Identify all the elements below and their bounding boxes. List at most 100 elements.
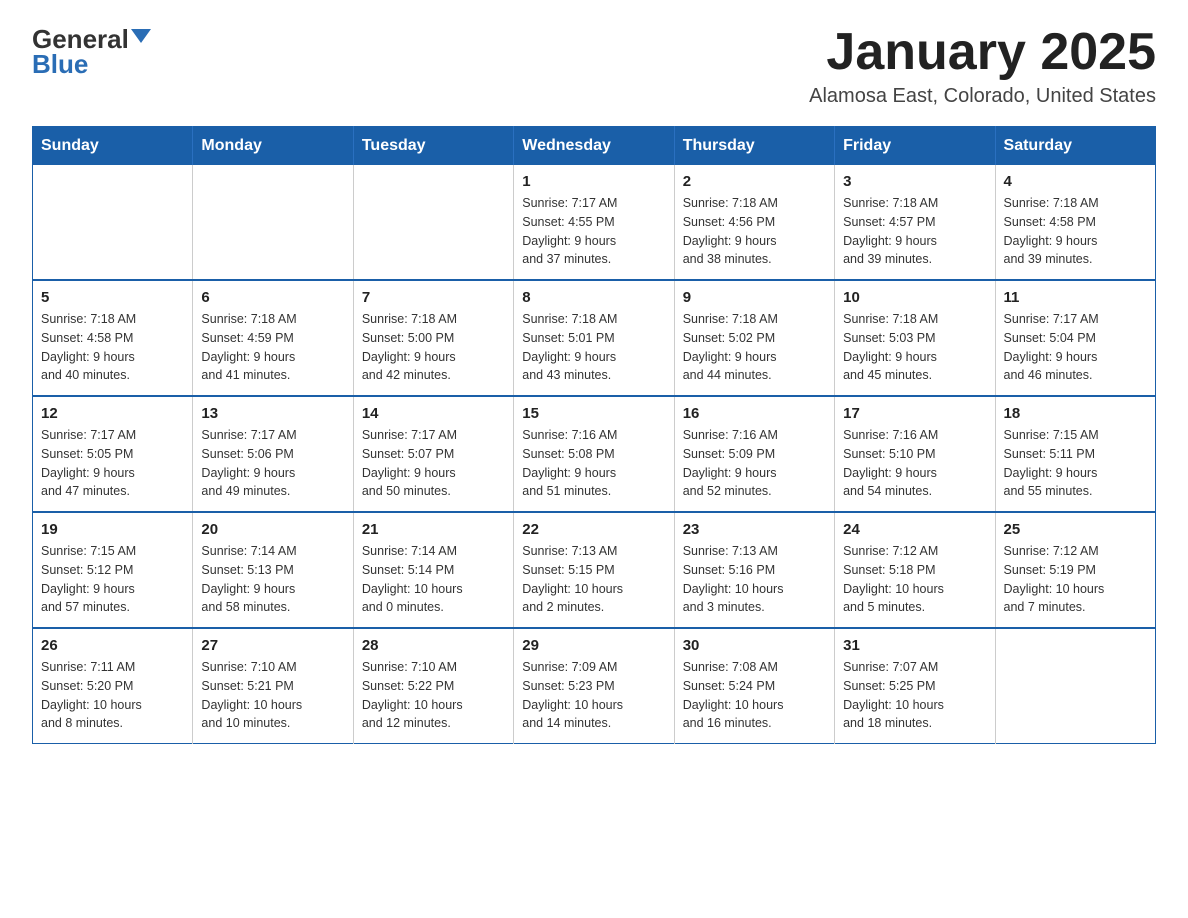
day-number: 29 [522,637,665,654]
calendar-cell: 8 Sunrise: 7:18 AMSunset: 5:01 PMDaylight… [514,280,674,396]
calendar-cell: 15Sunrise: 7:16 AMSunset: 5:08 PMDayligh… [514,396,674,512]
calendar-day-header: Thursday [674,127,834,166]
calendar-cell: 2Sunrise: 7:18 AMSunset: 4:56 PMDaylight… [674,165,834,280]
day-info: Sunrise: 7:16 AMSunset: 5:09 PMDaylight:… [683,426,826,501]
calendar-week-row: 5 Sunrise: 7:18 AMSunset: 4:58 PMDaylight… [33,280,1156,396]
day-number: 8 [522,289,665,306]
calendar-table: SundayMondayTuesdayWednesdayThursdayFrid… [32,126,1156,744]
day-info: Sunrise: 7:14 AMSunset: 5:14 PMDaylight:… [362,542,505,617]
calendar-cell: 18 Sunrise: 7:15 AMSunset: 5:11 PMDayligh… [995,396,1155,512]
calendar-cell: 16 Sunrise: 7:16 AMSunset: 5:09 PMDayligh… [674,396,834,512]
day-info: Sunrise: 7:07 AMSunset: 5:25 PMDaylight:… [843,658,986,733]
calendar-cell: 4 Sunrise: 7:18 AMSunset: 4:58 PMDaylight… [995,165,1155,280]
calendar-week-row: 12 Sunrise: 7:17 AMSunset: 5:05 PMDayligh… [33,396,1156,512]
calendar-cell: 7 Sunrise: 7:18 AMSunset: 5:00 PMDaylight… [353,280,513,396]
day-number: 24 [843,521,986,538]
day-info: Sunrise: 7:08 AMSunset: 5:24 PMDaylight:… [683,658,826,733]
calendar-cell: 27 Sunrise: 7:10 AMSunset: 5:21 PMDayligh… [193,628,353,744]
calendar-week-row: 26Sunrise: 7:11 AMSunset: 5:20 PMDayligh… [33,628,1156,744]
calendar-cell: 29 Sunrise: 7:09 AMSunset: 5:23 PMDayligh… [514,628,674,744]
day-info: Sunrise: 7:18 AMSunset: 4:58 PMDaylight:… [41,310,184,385]
day-number: 10 [843,289,986,306]
calendar-cell [995,628,1155,744]
calendar-cell [193,165,353,280]
day-info: Sunrise: 7:18 AMSunset: 4:58 PMDaylight:… [1004,194,1147,269]
day-number: 28 [362,637,505,654]
day-info: Sunrise: 7:17 AMSunset: 4:55 PMDaylight:… [522,194,665,269]
calendar-cell: 12 Sunrise: 7:17 AMSunset: 5:05 PMDayligh… [33,396,193,512]
calendar-cell: 17Sunrise: 7:16 AMSunset: 5:10 PMDayligh… [835,396,995,512]
logo-blue-text: Blue [32,49,151,80]
calendar-cell: 24 Sunrise: 7:12 AMSunset: 5:18 PMDayligh… [835,512,995,628]
day-info: Sunrise: 7:18 AMSunset: 5:01 PMDaylight:… [522,310,665,385]
day-info: Sunrise: 7:10 AMSunset: 5:21 PMDaylight:… [201,658,344,733]
calendar-day-header: Tuesday [353,127,513,166]
calendar-cell: 26Sunrise: 7:11 AMSunset: 5:20 PMDayligh… [33,628,193,744]
day-number: 4 [1004,173,1147,190]
calendar-cell: 20Sunrise: 7:14 AMSunset: 5:13 PMDayligh… [193,512,353,628]
calendar-cell: 19Sunrise: 7:15 AMSunset: 5:12 PMDayligh… [33,512,193,628]
calendar-day-header: Sunday [33,127,193,166]
title-section: January 2025 Alamosa East, Colorado, Uni… [809,24,1156,108]
day-number: 3 [843,173,986,190]
day-info: Sunrise: 7:12 AMSunset: 5:19 PMDaylight:… [1004,542,1147,617]
month-title: January 2025 [809,24,1156,81]
day-number: 14 [362,405,505,422]
logo-triangle-icon [131,29,151,43]
day-number: 6 [201,289,344,306]
calendar-cell: 22 Sunrise: 7:13 AMSunset: 5:15 PMDayligh… [514,512,674,628]
day-number: 11 [1004,289,1147,306]
day-number: 31 [843,637,986,654]
calendar-cell: 14 Sunrise: 7:17 AMSunset: 5:07 PMDayligh… [353,396,513,512]
day-number: 30 [683,637,826,654]
day-info: Sunrise: 7:09 AMSunset: 5:23 PMDaylight:… [522,658,665,733]
calendar-cell: 28 Sunrise: 7:10 AMSunset: 5:22 PMDayligh… [353,628,513,744]
day-info: Sunrise: 7:18 AMSunset: 4:59 PMDaylight:… [201,310,344,385]
day-info: Sunrise: 7:17 AMSunset: 5:07 PMDaylight:… [362,426,505,501]
day-info: Sunrise: 7:16 AMSunset: 5:10 PMDaylight:… [843,426,986,501]
day-number: 16 [683,405,826,422]
day-info: Sunrise: 7:17 AMSunset: 5:06 PMDaylight:… [201,426,344,501]
day-number: 21 [362,521,505,538]
calendar-week-row: 19Sunrise: 7:15 AMSunset: 5:12 PMDayligh… [33,512,1156,628]
calendar-cell: 25Sunrise: 7:12 AMSunset: 5:19 PMDayligh… [995,512,1155,628]
calendar-cell: 10 Sunrise: 7:18 AMSunset: 5:03 PMDayligh… [835,280,995,396]
calendar-cell [353,165,513,280]
calendar-cell: 23Sunrise: 7:13 AMSunset: 5:16 PMDayligh… [674,512,834,628]
calendar-cell: 5 Sunrise: 7:18 AMSunset: 4:58 PMDaylight… [33,280,193,396]
calendar-cell: 11Sunrise: 7:17 AMSunset: 5:04 PMDayligh… [995,280,1155,396]
day-number: 2 [683,173,826,190]
calendar-cell: 6 Sunrise: 7:18 AMSunset: 4:59 PMDaylight… [193,280,353,396]
day-number: 27 [201,637,344,654]
calendar-cell: 31 Sunrise: 7:07 AMSunset: 5:25 PMDayligh… [835,628,995,744]
calendar-cell: 9Sunrise: 7:18 AMSunset: 5:02 PMDaylight… [674,280,834,396]
page-header: General Blue January 2025 Alamosa East, … [32,24,1156,108]
day-info: Sunrise: 7:15 AMSunset: 5:11 PMDaylight:… [1004,426,1147,501]
day-number: 18 [1004,405,1147,422]
day-info: Sunrise: 7:18 AMSunset: 5:00 PMDaylight:… [362,310,505,385]
day-info: Sunrise: 7:14 AMSunset: 5:13 PMDaylight:… [201,542,344,617]
calendar-cell [33,165,193,280]
day-info: Sunrise: 7:12 AMSunset: 5:18 PMDaylight:… [843,542,986,617]
calendar-cell: 21 Sunrise: 7:14 AMSunset: 5:14 PMDayligh… [353,512,513,628]
day-number: 5 [41,289,184,306]
calendar-cell: 1Sunrise: 7:17 AMSunset: 4:55 PMDaylight… [514,165,674,280]
calendar-day-header: Saturday [995,127,1155,166]
day-number: 13 [201,405,344,422]
day-info: Sunrise: 7:13 AMSunset: 5:15 PMDaylight:… [522,542,665,617]
day-number: 7 [362,289,505,306]
day-number: 12 [41,405,184,422]
calendar-day-header: Monday [193,127,353,166]
day-number: 19 [41,521,184,538]
day-info: Sunrise: 7:18 AMSunset: 5:03 PMDaylight:… [843,310,986,385]
day-number: 22 [522,521,665,538]
calendar-cell: 30 Sunrise: 7:08 AMSunset: 5:24 PMDayligh… [674,628,834,744]
day-number: 23 [683,521,826,538]
calendar-day-header: Wednesday [514,127,674,166]
calendar-cell: 13 Sunrise: 7:17 AMSunset: 5:06 PMDayligh… [193,396,353,512]
calendar-cell: 3 Sunrise: 7:18 AMSunset: 4:57 PMDaylight… [835,165,995,280]
day-info: Sunrise: 7:10 AMSunset: 5:22 PMDaylight:… [362,658,505,733]
day-info: Sunrise: 7:17 AMSunset: 5:05 PMDaylight:… [41,426,184,501]
calendar-header-row: SundayMondayTuesdayWednesdayThursdayFrid… [33,127,1156,166]
day-info: Sunrise: 7:18 AMSunset: 4:57 PMDaylight:… [843,194,986,269]
